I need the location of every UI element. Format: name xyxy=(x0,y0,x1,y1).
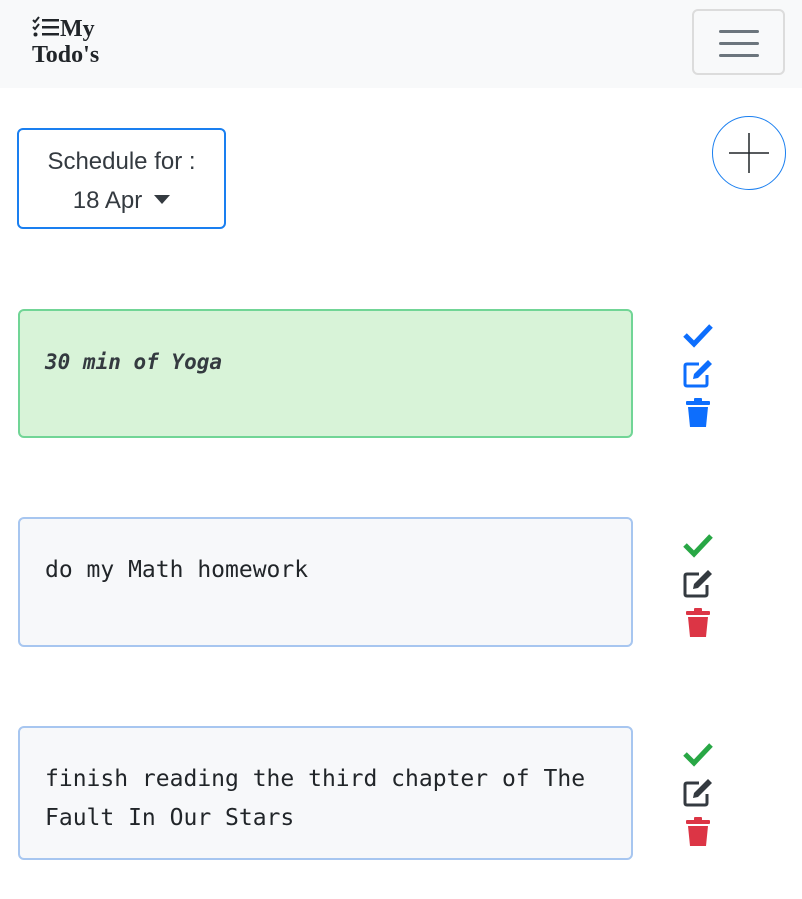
navbar: My Todo's xyxy=(0,0,802,88)
add-todo-button[interactable] xyxy=(712,116,786,190)
schedule-date-dropdown[interactable]: Schedule for : 18 Apr xyxy=(17,128,226,229)
edit-icon xyxy=(683,360,712,388)
hamburger-line xyxy=(719,54,759,57)
hamburger-menu-icon xyxy=(719,30,759,33)
schedule-date-value: 18 Apr xyxy=(72,187,143,214)
todo-item: finish reading the third chapter of The … xyxy=(18,726,633,860)
schedule-label: Schedule for : xyxy=(47,148,196,175)
edit-button[interactable] xyxy=(682,778,714,808)
trash-icon xyxy=(686,817,710,846)
navbar-toggler-button[interactable] xyxy=(692,9,785,75)
check-icon xyxy=(683,534,713,558)
complete-button[interactable] xyxy=(682,739,714,769)
hamburger-line xyxy=(719,42,759,45)
schedule-date: 18 Apr xyxy=(19,187,224,215)
caret-down-icon xyxy=(154,195,171,204)
complete-button[interactable] xyxy=(682,320,714,350)
edit-icon xyxy=(683,779,712,807)
todo-text: finish reading the third chapter of The … xyxy=(45,766,586,831)
delete-button[interactable] xyxy=(682,817,714,847)
checklist-icon xyxy=(32,16,60,38)
brand[interactable]: My Todo's xyxy=(32,16,122,68)
edit-button[interactable] xyxy=(682,359,714,389)
delete-button[interactable] xyxy=(682,398,714,428)
todo-text: do my Math homework xyxy=(45,557,309,583)
plus-icon xyxy=(729,133,769,173)
todo-item: 30 min of Yoga xyxy=(18,309,633,438)
edit-button[interactable] xyxy=(682,569,714,599)
trash-icon xyxy=(686,398,710,427)
check-icon xyxy=(683,743,713,767)
todo-text: 30 min of Yoga xyxy=(45,350,223,374)
trash-icon xyxy=(686,608,710,637)
edit-icon xyxy=(683,570,712,598)
check-icon xyxy=(683,324,713,348)
delete-button[interactable] xyxy=(682,608,714,638)
complete-button[interactable] xyxy=(682,530,714,560)
todo-item: do my Math homework xyxy=(18,517,633,647)
